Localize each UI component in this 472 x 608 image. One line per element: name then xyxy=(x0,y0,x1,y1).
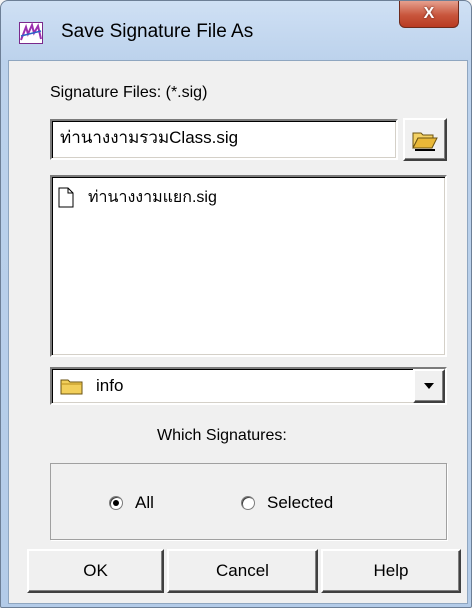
radio-all-label: All xyxy=(135,493,154,512)
close-button[interactable]: X xyxy=(399,1,459,28)
cancel-button[interactable]: Cancel xyxy=(167,549,318,593)
file-name: ท่านางงามแยก.sig xyxy=(88,188,217,206)
close-icon: X xyxy=(423,5,435,22)
radio-all-button[interactable] xyxy=(109,496,123,510)
window-title: Save Signature File As xyxy=(61,21,254,42)
app-icon xyxy=(19,22,43,44)
ok-button[interactable]: OK xyxy=(27,549,164,593)
chevron-down-icon xyxy=(424,383,434,389)
radio-selected-button[interactable] xyxy=(241,496,255,510)
document-icon xyxy=(58,187,74,207)
browse-folder-button[interactable] xyxy=(403,118,447,161)
radio-selected-label: Selected xyxy=(267,493,334,512)
file-list[interactable]: ท่านางงามแยก.sig xyxy=(50,175,447,357)
signature-files-label: Signature Files: (*.sig) xyxy=(50,84,208,101)
title-bar[interactable]: Save Signature File As X xyxy=(1,1,471,61)
signature-selection-group: All Selected xyxy=(50,463,447,540)
open-folder-icon xyxy=(412,132,438,151)
filename-input[interactable]: ท่านางงามรวมClass.sig xyxy=(50,119,398,160)
list-item[interactable]: ท่านางงามแยก.sig xyxy=(58,183,439,211)
radio-all[interactable]: All xyxy=(109,493,154,513)
folder-dropdown[interactable]: info xyxy=(50,367,447,405)
save-signature-dialog: Save Signature File As X Signature Files… xyxy=(0,0,472,608)
radio-selected[interactable]: Selected xyxy=(241,493,333,513)
which-signatures-label: Which Signatures: xyxy=(157,427,287,444)
folder-dropdown-value: info xyxy=(96,376,124,395)
help-button[interactable]: Help xyxy=(321,549,461,593)
folder-icon xyxy=(60,379,83,395)
dialog-client-area: Signature Files: (*.sig) ท่านางงามรวมCla… xyxy=(8,60,468,604)
dropdown-arrow-button[interactable] xyxy=(413,369,445,403)
